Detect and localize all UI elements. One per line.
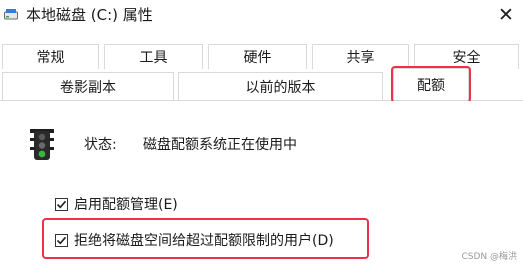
- drive-icon: [4, 9, 18, 20]
- checkmark-icon: [56, 200, 67, 208]
- tab-shadow-copies[interactable]: 卷影副本: [2, 72, 174, 101]
- tab-tools[interactable]: 工具: [104, 44, 203, 69]
- tab-previous-versions[interactable]: 以前的版本: [178, 72, 383, 101]
- deny-space-highlight: [42, 218, 369, 259]
- watermark: CSDN @梅洪: [461, 252, 517, 262]
- window-title: 本地磁盘 (C:) 属性: [26, 6, 153, 24]
- status-label: 状态:: [84, 137, 117, 153]
- quota-tab-highlight: [391, 66, 471, 103]
- close-button[interactable]: ✕: [489, 0, 523, 30]
- tab-hardware[interactable]: 硬件: [208, 44, 307, 69]
- tab-general[interactable]: 常规: [2, 44, 99, 69]
- enable-quota-checkbox-row[interactable]: 启用配额管理(E): [55, 194, 178, 214]
- status-value: 磁盘配额系统正在使用中: [143, 137, 297, 153]
- enable-quota-checkbox[interactable]: [55, 197, 68, 211]
- traffic-light-icon: [30, 129, 54, 160]
- title-bar: 本地磁盘 (C:) 属性 ✕: [0, 0, 523, 30]
- enable-quota-label: 启用配额管理(E): [74, 197, 178, 213]
